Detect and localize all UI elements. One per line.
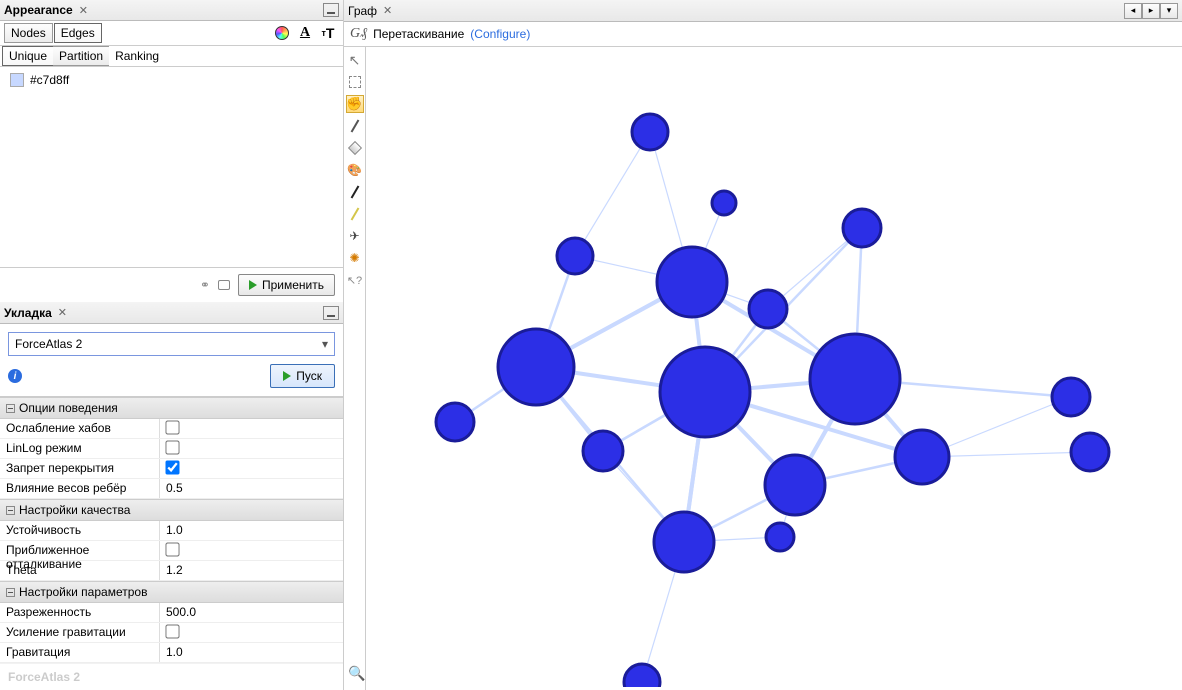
play-icon [249, 280, 257, 290]
approx-checkbox[interactable] [165, 542, 179, 556]
settings-tool-icon[interactable]: ✺ [346, 249, 364, 267]
nav-prev-button[interactable]: ◂ [1124, 3, 1142, 19]
edge-weight-value[interactable]: 0.5 [160, 479, 343, 498]
grav-boost-checkbox[interactable] [165, 624, 179, 638]
nodes-tab[interactable]: Nodes [4, 23, 53, 43]
layout-algo-dropdown[interactable]: ForceAtlas 2 ▾ [8, 332, 335, 356]
sparsity-value[interactable]: 500.0 [160, 603, 343, 622]
plane-tool-icon[interactable]: ✈ [346, 227, 364, 245]
pen-tool-icon[interactable] [346, 183, 364, 201]
partition-tab[interactable]: Partition [53, 46, 109, 66]
diamond-tool-icon[interactable] [346, 139, 364, 157]
link-icon[interactable]: ⚭ [200, 278, 210, 292]
group-behavior[interactable]: Опции поведения [0, 397, 343, 419]
graph-tab[interactable]: Граф [348, 4, 377, 18]
edges-tab[interactable]: Edges [54, 23, 102, 43]
group-quality[interactable]: Настройки качества [0, 499, 343, 521]
color-swatch[interactable] [10, 73, 24, 87]
group-params[interactable]: Настройки параметров [0, 581, 343, 603]
hubs-checkbox[interactable] [165, 420, 179, 434]
reset-icon[interactable] [218, 280, 230, 290]
collapse-icon [6, 588, 15, 597]
theta-value[interactable]: 1.2 [160, 561, 343, 580]
overlap-checkbox[interactable] [165, 460, 179, 474]
gravity-value[interactable]: 1.0 [160, 643, 343, 662]
graph-canvas[interactable]: 🔍 [366, 47, 1182, 690]
close-icon[interactable]: ✕ [79, 4, 88, 17]
minimize-button[interactable] [323, 3, 339, 17]
color-hex-label: #c7d8ff [30, 73, 69, 87]
chevron-down-icon: ▾ [322, 337, 328, 351]
collapse-icon [6, 404, 15, 413]
layout-title: Укладка [4, 306, 52, 320]
drag-tool-icon[interactable]: ✊ [346, 95, 364, 113]
linlog-checkbox[interactable] [165, 440, 179, 454]
unique-tab[interactable]: Unique [2, 46, 53, 66]
graph-mode-label: Перетаскивание [373, 27, 464, 41]
help-tool-icon[interactable]: ↖? [346, 271, 364, 289]
size-mode-icon[interactable]: тT [317, 23, 339, 43]
run-button[interactable]: Пуск [270, 364, 335, 388]
layout-bottom-label: ForceAtlas 2 [0, 663, 343, 690]
color-mode-icon[interactable] [271, 23, 293, 43]
select-tool-icon[interactable]: ↖ [346, 51, 364, 69]
label-mode-icon[interactable]: A [294, 23, 316, 43]
layout-properties[interactable]: Опции поведения Ослабление хабов LinLog … [0, 396, 343, 663]
minimize-button[interactable] [323, 306, 339, 320]
appearance-title: Appearance [4, 3, 73, 17]
brush-tool-icon[interactable] [346, 117, 364, 135]
play-icon [283, 371, 291, 381]
close-icon[interactable]: ✕ [383, 4, 392, 17]
info-icon[interactable]: i [8, 369, 22, 383]
pencil-tool-icon[interactable] [346, 205, 364, 223]
apply-button[interactable]: Применить [238, 274, 335, 296]
nav-menu-button[interactable]: ▾ [1160, 3, 1178, 19]
stability-value[interactable]: 1.0 [160, 521, 343, 540]
collapse-icon [6, 506, 15, 515]
configure-link[interactable]: Configure [470, 27, 530, 41]
marquee-tool-icon[interactable] [346, 73, 364, 91]
paint-tool-icon[interactable]: 🎨 [346, 161, 364, 179]
nav-next-button[interactable]: ▸ [1142, 3, 1160, 19]
magnifier-icon[interactable]: 🔍 [348, 665, 365, 682]
ranking-tab[interactable]: Ranking [109, 47, 165, 65]
close-icon[interactable]: ✕ [58, 306, 67, 319]
gephi-logo-icon: G₰ [350, 26, 367, 42]
